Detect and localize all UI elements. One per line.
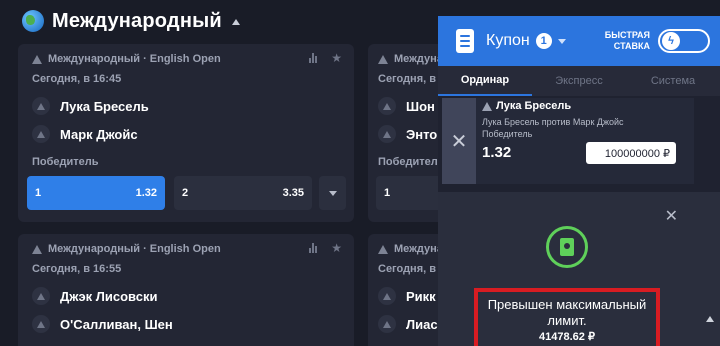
favorite-star-icon[interactable]: ★ xyxy=(331,52,342,64)
match-meta: Международный · English Open xyxy=(32,243,221,255)
odd-label: 1 xyxy=(35,187,42,199)
limit-amount: 41478.62 ₽ xyxy=(539,331,595,343)
team-row: Энто xyxy=(378,125,437,143)
stake-input[interactable]: 100000000 ₽ xyxy=(586,142,676,164)
quick-bet-label: БЫСТРАЯ СТАВКА xyxy=(605,30,650,52)
close-icon: ✕ xyxy=(450,130,468,153)
bet-selection-name: Лука Бресель xyxy=(496,100,572,112)
sport-icon xyxy=(378,244,388,254)
team-name: Марк Джойс xyxy=(60,126,138,142)
coupon-document-icon xyxy=(456,29,474,53)
bet-match: Лука Бресель против Марк Джойс xyxy=(482,117,624,127)
team-logo-icon xyxy=(32,315,50,333)
team-row: Лиас xyxy=(378,315,438,333)
bet-type-tabs: Ординар Экспресс Система xyxy=(438,66,720,96)
close-icon[interactable]: ✕ xyxy=(665,206,678,226)
match-card[interactable]: Международный · English Open ★ Сегодня, … xyxy=(18,44,354,222)
stats-icon[interactable] xyxy=(309,53,318,63)
quick-bet-toggle[interactable]: ϟ xyxy=(658,29,710,53)
limit-warning-panel: ✕ Превышен максимальный лимит. 41478.62 … xyxy=(438,192,720,346)
market-label: Победитель xyxy=(378,156,445,168)
limit-message: Превышен максимальный лимит. xyxy=(487,297,647,328)
match-time: Сегодня, в 16:55 xyxy=(32,263,122,275)
sport-icon xyxy=(32,54,42,64)
tab-single[interactable]: Ординар xyxy=(438,66,532,96)
team-name: Рикк xyxy=(406,288,436,304)
sport-icon xyxy=(378,54,388,64)
team-row: Шон xyxy=(378,97,435,115)
chevron-down-icon xyxy=(328,190,337,196)
team-row: Марк Джойс xyxy=(32,125,138,143)
team-row: Джэк Лисовски xyxy=(32,287,157,305)
favorite-star-icon[interactable]: ★ xyxy=(331,242,342,254)
limit-warning-icon xyxy=(546,226,588,268)
tournament-label: Международный · English Open xyxy=(48,243,221,255)
match-card[interactable]: Международный · English Open ★ Сегодня, … xyxy=(18,234,354,346)
odd-value: 1.32 xyxy=(135,187,157,199)
coupon-title[interactable]: Купон xyxy=(486,32,530,50)
team-logo-icon xyxy=(378,97,396,115)
bet-coupon-panel: Купон 1 БЫСТРАЯ СТАВКА ϟ Ординар Экспрес… xyxy=(438,16,720,346)
more-markets-button[interactable] xyxy=(319,176,346,210)
team-name: Энто xyxy=(406,126,438,142)
team-name: О'Салливан, Шен xyxy=(60,316,173,332)
sport-icon xyxy=(482,101,492,111)
team-row: О'Салливан, Шен xyxy=(32,315,173,333)
bet-market: Победитель xyxy=(482,129,533,139)
odd-label: 1 xyxy=(384,187,391,199)
odd-label: 2 xyxy=(182,187,189,199)
tab-system[interactable]: Система xyxy=(626,66,720,96)
team-name: Лиас xyxy=(406,316,438,332)
team-logo-icon xyxy=(378,125,396,143)
card-actions: ★ xyxy=(309,242,342,254)
quick-bet-label-line2: СТАВКА xyxy=(613,41,650,51)
team-logo-icon xyxy=(32,97,50,115)
odd-value: 3.35 xyxy=(282,187,304,199)
team-logo-icon xyxy=(378,315,396,333)
sport-title: Международный xyxy=(52,9,222,32)
bet-selection: Лука Бресель xyxy=(482,100,694,112)
limit-warning-box: Превышен максимальный лимит. 41478.62 ₽ xyxy=(474,288,660,346)
team-logo-icon xyxy=(378,287,396,305)
team-logo-icon xyxy=(32,287,50,305)
bet-details: Лука Бресель Лука Бресель против Марк Дж… xyxy=(476,98,694,184)
match-card[interactable]: Международный Сегодня, в 16: Рикк Лиас xyxy=(368,234,486,346)
quick-bet-label-line1: БЫСТРАЯ xyxy=(604,30,650,40)
globe-icon xyxy=(22,10,44,32)
team-logo-icon xyxy=(32,125,50,143)
bet-odd: 1.32 xyxy=(482,144,512,161)
scroll-up-icon[interactable] xyxy=(706,316,714,322)
match-card[interactable]: Международный Сегодня, в 16: Шон Энто По… xyxy=(368,44,486,222)
tournament-label: Международный · English Open xyxy=(48,53,221,65)
lightning-icon: ϟ xyxy=(662,32,680,50)
team-name: Шон xyxy=(406,98,435,114)
remove-bet-button[interactable]: ✕ xyxy=(442,98,476,184)
bet-slip-item: ✕ Лука Бресель Лука Бресель против Марк … xyxy=(442,98,694,184)
team-row: Рикк xyxy=(378,287,436,305)
sport-header[interactable]: Международный xyxy=(22,6,240,36)
team-name: Лука Бресель xyxy=(60,98,149,114)
team-row: Лука Бресель xyxy=(32,97,149,115)
odd-button[interactable]: 2 3.35 xyxy=(174,176,312,210)
caret-up-icon[interactable] xyxy=(231,19,240,25)
odd-button-selected[interactable]: 1 1.32 xyxy=(27,176,165,210)
team-name: Джэк Лисовски xyxy=(60,288,158,304)
market-label: Победитель xyxy=(32,156,99,168)
sport-icon xyxy=(32,244,42,254)
tab-express[interactable]: Экспресс xyxy=(532,66,626,96)
coupon-count-badge: 1 xyxy=(535,33,552,49)
match-time: Сегодня, в 16:45 xyxy=(32,73,122,85)
card-actions: ★ xyxy=(309,52,342,64)
stats-icon[interactable] xyxy=(309,243,318,253)
coupon-header: Купон 1 БЫСТРАЯ СТАВКА ϟ xyxy=(438,16,720,66)
match-meta: Международный · English Open xyxy=(32,53,221,65)
chevron-down-icon[interactable] xyxy=(557,38,566,44)
